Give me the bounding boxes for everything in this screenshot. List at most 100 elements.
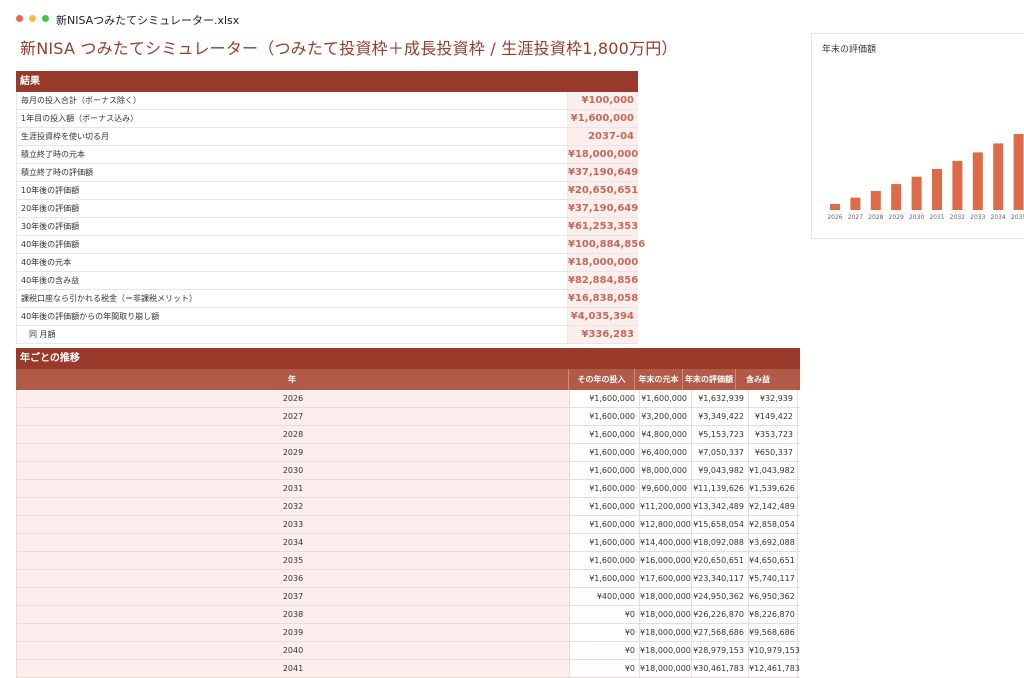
minimize-window-button[interactable] [29,15,36,22]
result-label[interactable]: 毎月の投入合計（ボーナス除く） [16,92,567,109]
principal-cell[interactable]: ¥12,800,000 [639,516,691,533]
principal-cell[interactable]: ¥17,600,000 [639,570,691,587]
result-value[interactable]: ¥4,035,394 [567,308,638,325]
close-window-button[interactable] [16,15,23,22]
result-label[interactable]: 40年後の評価額からの年間取り崩し額 [16,308,567,325]
valuation-cell[interactable]: ¥24,950,362 [691,588,748,605]
principal-cell[interactable]: ¥3,200,000 [639,408,691,425]
principal-cell[interactable]: ¥9,600,000 [639,480,691,497]
result-value[interactable]: ¥20,650,651 [567,182,638,199]
column-header-principal[interactable]: 年末の元本 [635,369,683,390]
year-cell[interactable]: 2032 [16,498,569,515]
yearly-investment-cell[interactable]: ¥1,600,000 [569,390,639,407]
result-label[interactable]: 40年後の評価額 [16,236,567,253]
column-header-unrealized-gain[interactable]: 含み益 [736,369,780,390]
result-value[interactable]: ¥100,884,856 [567,236,645,253]
yearly-investment-cell[interactable]: ¥1,600,000 [569,408,639,425]
unrealized-gain-cell[interactable]: ¥5,740,117 [748,570,798,587]
principal-cell[interactable]: ¥18,000,000 [639,624,691,641]
unrealized-gain-cell[interactable]: ¥9,568,686 [748,624,798,641]
valuation-cell[interactable]: ¥9,043,982 [691,462,748,479]
valuation-cell[interactable]: ¥15,658,054 [691,516,748,533]
result-label[interactable]: 20年後の評価額 [16,200,567,217]
bar-2030[interactable] [911,176,922,210]
bar-2033[interactable] [972,152,983,210]
yearly-investment-cell[interactable]: ¥400,000 [569,588,639,605]
year-cell[interactable]: 2028 [16,426,569,443]
year-cell[interactable]: 2038 [16,606,569,623]
year-cell[interactable]: 2040 [16,642,569,659]
year-cell[interactable]: 2035 [16,552,569,569]
yearly-investment-cell[interactable]: ¥0 [569,642,639,659]
principal-cell[interactable]: ¥18,000,000 [639,606,691,623]
principal-cell[interactable]: ¥1,600,000 [639,390,691,407]
result-label[interactable]: 40年後の含み益 [16,272,567,289]
result-value[interactable]: ¥61,253,353 [567,218,638,235]
year-cell[interactable]: 2036 [16,570,569,587]
unrealized-gain-cell[interactable]: ¥2,142,489 [748,498,798,515]
bar-2035[interactable] [1013,134,1024,210]
column-header-valuation[interactable]: 年末の評価額 [683,369,736,390]
principal-cell[interactable]: ¥11,200,000 [639,498,691,515]
result-label[interactable]: 同 月額 [16,326,567,343]
year-cell[interactable]: 2039 [16,624,569,641]
valuation-cell[interactable]: ¥1,632,939 [691,390,748,407]
result-label[interactable]: 30年後の評価額 [16,218,567,235]
bar-2027[interactable] [850,197,861,210]
principal-cell[interactable]: ¥16,000,000 [639,552,691,569]
year-cell[interactable]: 2029 [16,444,569,461]
bar-2034[interactable] [993,143,1004,210]
result-label[interactable]: 40年後の元本 [16,254,567,271]
principal-cell[interactable]: ¥18,000,000 [639,642,691,659]
unrealized-gain-cell[interactable]: ¥8,226,870 [748,606,798,623]
yearly-investment-cell[interactable]: ¥1,600,000 [569,552,639,569]
year-cell[interactable]: 2026 [16,390,569,407]
chart-card[interactable]: 年末の評価額 2026 2027 2028 2029 2030 2031 2032 2033 2… [811,33,1024,239]
year-cell[interactable]: 2037 [16,588,569,605]
valuation-cell[interactable]: ¥20,650,651 [691,552,748,569]
result-value[interactable]: 2037-04 [567,128,638,145]
unrealized-gain-cell[interactable]: ¥3,692,088 [748,534,798,551]
valuation-cell[interactable]: ¥26,226,870 [691,606,748,623]
unrealized-gain-cell[interactable]: ¥10,979,153 [748,642,800,659]
result-value[interactable]: ¥18,000,000 [567,146,638,163]
principal-cell[interactable]: ¥18,000,000 [639,588,691,605]
result-label[interactable]: 生涯投資枠を使い切る月 [16,128,567,145]
result-value[interactable]: ¥336,283 [567,326,638,343]
yearly-investment-cell[interactable]: ¥1,600,000 [569,498,639,515]
yearly-investment-cell[interactable]: ¥0 [569,606,639,623]
result-label[interactable]: 1年目の投入額（ボーナス込み） [16,110,567,127]
bar-2029[interactable] [891,184,902,210]
valuation-cell[interactable]: ¥11,139,626 [691,480,748,497]
result-label[interactable]: 積立終了時の元本 [16,146,567,163]
year-cell[interactable]: 2031 [16,480,569,497]
valuation-cell[interactable]: ¥5,153,723 [691,426,748,443]
yearly-investment-cell[interactable]: ¥0 [569,624,639,641]
principal-cell[interactable]: ¥8,000,000 [639,462,691,479]
bar-2031[interactable] [932,169,942,210]
unrealized-gain-cell[interactable]: ¥4,650,651 [748,552,798,569]
maximize-window-button[interactable] [42,15,49,22]
result-label[interactable]: 積立終了時の評価額 [16,164,567,181]
valuation-cell[interactable]: ¥28,979,153 [691,642,748,659]
principal-cell[interactable]: ¥14,400,000 [639,534,691,551]
valuation-cell[interactable]: ¥13,342,489 [691,498,748,515]
column-header-yearly-investment[interactable]: その年の投入 [569,369,635,390]
result-value[interactable]: ¥37,190,649 [567,200,638,217]
yearly-investment-cell[interactable]: ¥1,600,000 [569,426,639,443]
yearly-investment-cell[interactable]: ¥1,600,000 [569,462,639,479]
yearly-investment-cell[interactable]: ¥1,600,000 [569,444,639,461]
principal-cell[interactable]: ¥6,400,000 [639,444,691,461]
unrealized-gain-cell[interactable]: ¥1,043,982 [748,462,798,479]
yearly-investment-cell[interactable]: ¥1,600,000 [569,480,639,497]
unrealized-gain-cell[interactable]: ¥6,950,362 [748,588,798,605]
year-cell[interactable]: 2033 [16,516,569,533]
principal-cell[interactable]: ¥4,800,000 [639,426,691,443]
yearly-investment-cell[interactable]: ¥1,600,000 [569,516,639,533]
yearly-investment-cell[interactable]: ¥1,600,000 [569,570,639,587]
result-value[interactable]: ¥18,000,000 [567,254,638,271]
unrealized-gain-cell[interactable]: ¥1,539,626 [748,480,798,497]
year-cell[interactable]: 2030 [16,462,569,479]
unrealized-gain-cell[interactable]: ¥650,337 [748,444,798,461]
unrealized-gain-cell[interactable]: ¥149,422 [748,408,798,425]
